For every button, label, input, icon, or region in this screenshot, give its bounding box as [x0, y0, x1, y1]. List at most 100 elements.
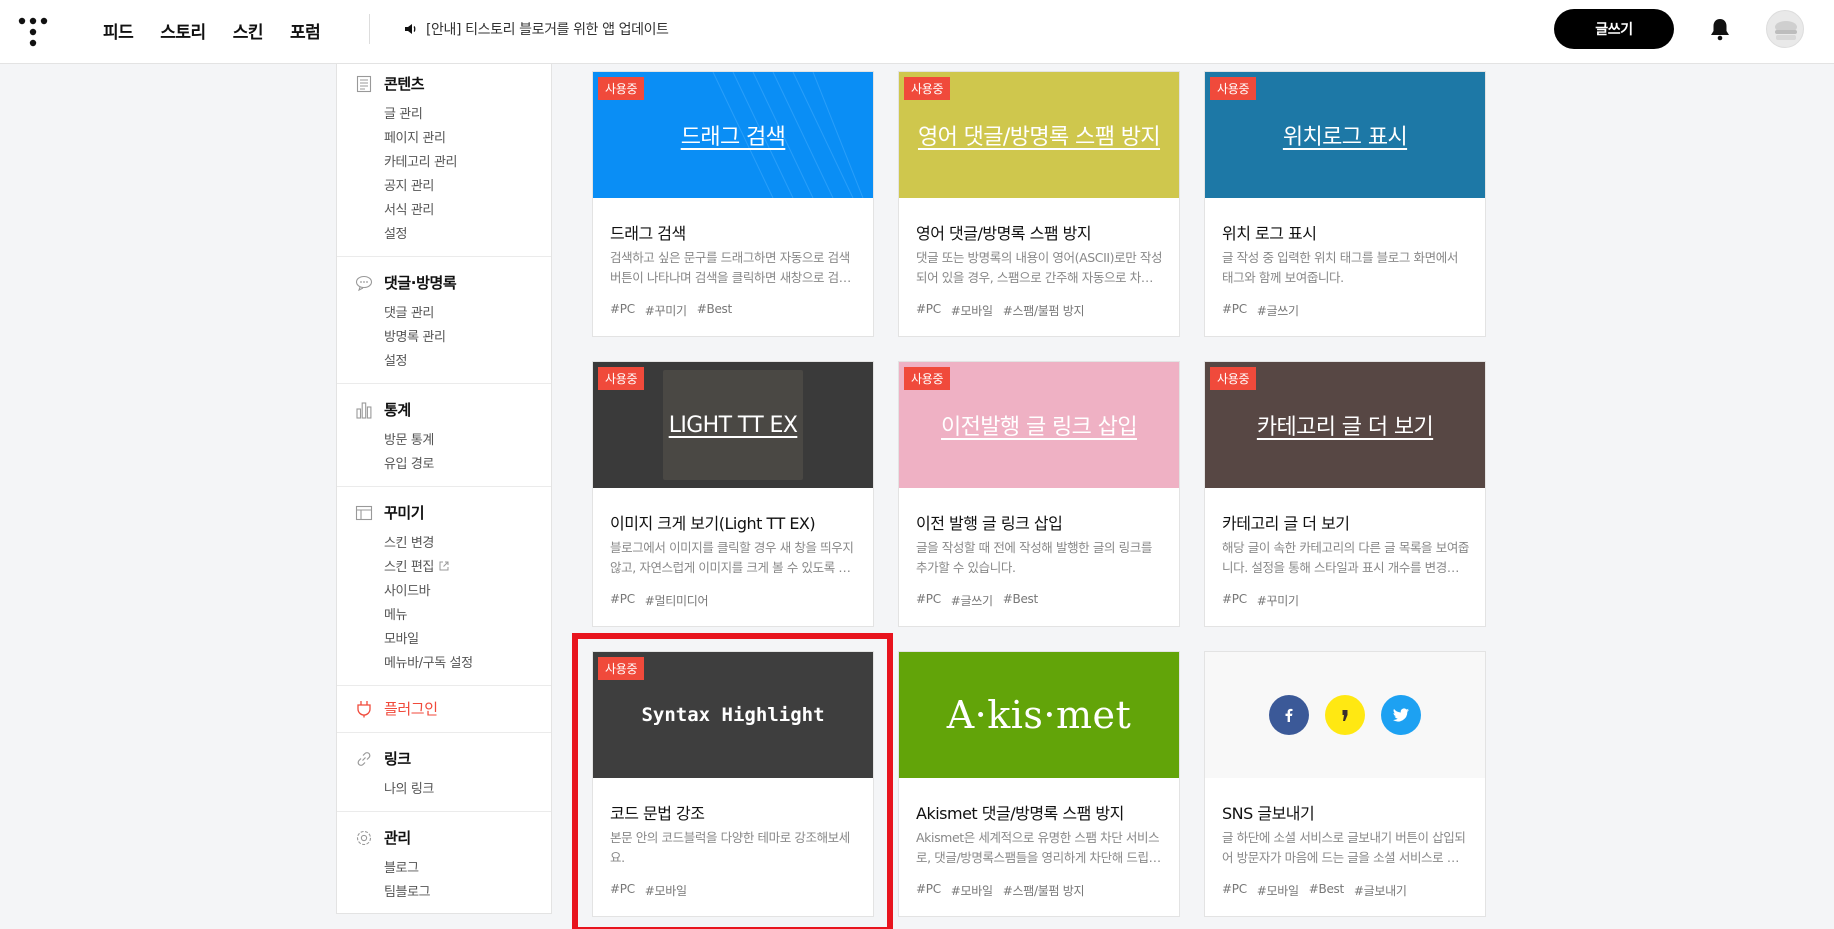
nav-forum[interactable]: 포럼 [290, 18, 321, 43]
plugin-thumb-title: 카테고리 글 더 보기 [1256, 415, 1434, 440]
plugin-tags: #PC #모바일 [610, 882, 687, 899]
plugin-thumb-title: LIGHT TT EX [668, 412, 798, 438]
plugin-name: 이미지 크게 보기(Light TT EX) [610, 514, 816, 533]
in-use-badge: 사용중 [904, 367, 951, 390]
sidebar-divider [337, 685, 551, 686]
tistory-logo-icon[interactable] [18, 17, 48, 47]
external-link-icon [439, 561, 449, 571]
plugin-tags: #PC #모바일 #Best #글보내기 [1222, 882, 1407, 899]
nav-feed[interactable]: 피드 [103, 18, 134, 43]
tag: #Best [696, 302, 732, 316]
plugin-thumb-title: A·kis·met [946, 693, 1132, 737]
sidebar-item-menu[interactable]: 메뉴 [384, 604, 473, 628]
plugin-name: 카테고리 글 더 보기 [1222, 514, 1350, 533]
sidebar-item-referrer[interactable]: 유입 경로 [384, 453, 434, 477]
plugin-card-prev-post-link[interactable]: 사용중 이전발행 글 링크 삽입 이전 발행 글 링크 삽입 글을 작성할 때 … [898, 361, 1180, 627]
plugin-card-akismet[interactable]: A·kis·met Akismet 댓글/방명록 스팸 방지 Akismet은 … [898, 651, 1180, 917]
tag: #PC [610, 302, 635, 316]
sidebar-item-skin-edit[interactable]: 스킨 편집 [384, 556, 473, 580]
sidebar-title-link[interactable]: 링크 [384, 750, 411, 768]
sidebar-item-category-manage[interactable]: 카테고리 관리 [384, 151, 457, 175]
sidebar-title-content[interactable]: 콘텐츠 [384, 75, 425, 93]
plugin-name: SNS 글보내기 [1222, 804, 1315, 823]
plugin-card-syntax-highlight[interactable]: 사용중 Syntax Highlight 코드 문법 강조 본문 안의 코드블럭… [592, 651, 874, 917]
layout-icon [355, 505, 373, 521]
sidebar-item-sidebar[interactable]: 사이드바 [384, 580, 473, 604]
speaker-icon [405, 24, 416, 34]
sidebar-item-page-manage[interactable]: 페이지 관리 [384, 127, 457, 151]
plugin-card-category-more[interactable]: 사용중 카테고리 글 더 보기 카테고리 글 더 보기 해당 글이 속한 카테고… [1204, 361, 1486, 627]
sidebar-title-comments[interactable]: 댓글·방명록 [384, 274, 457, 292]
plugin-card-location-log[interactable]: 사용중 위치로그 표시 위치 로그 표시 글 작성 중 입력한 위치 태그를 블… [1204, 71, 1486, 337]
sidebar-item-skin-edit-label: 스킨 편집 [384, 560, 434, 575]
sidebar-item-team-blog[interactable]: 팀블로그 [384, 881, 431, 905]
sidebar-item-content-settings[interactable]: 설정 [384, 223, 457, 247]
plug-icon [357, 701, 371, 718]
sidebar-item-skin-change[interactable]: 스킨 변경 [384, 532, 473, 556]
plugin-thumbnail: A·kis·met [899, 652, 1179, 778]
gear-icon [356, 830, 372, 846]
header-divider [369, 14, 370, 44]
sidebar-title-decorate[interactable]: 꾸미기 [384, 504, 425, 522]
plugin-desc: 본문 안의 코드블럭을 다양한 테마로 강조해보세요. [610, 830, 850, 865]
sns-icons [1269, 695, 1421, 735]
sidebar-item-menubar-settings[interactable]: 메뉴바/구독 설정 [384, 652, 473, 676]
nav-story[interactable]: 스토리 [160, 18, 206, 43]
plugin-thumbnail: 사용중 영어 댓글/방명록 스팸 방지 [899, 72, 1179, 198]
sidebar-item-comment-settings[interactable]: 설정 [384, 350, 446, 374]
sidebar-divider [337, 811, 551, 812]
link-icon [357, 752, 371, 766]
plugin-thumb-title: 위치로그 표시 [1282, 125, 1408, 150]
plugin-thumb-title: 이전발행 글 링크 삽입 [941, 415, 1138, 440]
sidebar-item-visit-stats[interactable]: 방문 통계 [384, 429, 434, 453]
tag: #PC [916, 302, 941, 316]
plugin-desc: 블로그에서 이미지를 클릭할 경우 새 창을 띄우지 않고, 자연스럽게 이미지… [610, 540, 854, 575]
sidebar-item-notice-manage[interactable]: 공지 관리 [384, 175, 457, 199]
plugin-tags: #PC #글쓰기 #Best [916, 592, 1038, 609]
nav-skin[interactable]: 스킨 [233, 18, 264, 43]
top-header: 피드 스토리 스킨 포럼 [안내] 티스토리 블로거를 위한 앱 업데이트 글쓰… [0, 0, 1834, 64]
plugin-desc: 글을 작성할 때 전에 작성해 발행한 글의 링크를 추가할 수 있습니다. [916, 540, 1152, 575]
tag: #PC [610, 592, 635, 606]
tag: #PC [1222, 882, 1247, 896]
sidebar-item-blog[interactable]: 블로그 [384, 857, 430, 881]
plugin-tags: #PC #모바일 #스팸/불펌 방지 [916, 302, 1085, 319]
twitter-icon [1381, 695, 1421, 735]
tag: #PC [610, 882, 635, 896]
plugin-thumbnail: 사용중 이전발행 글 링크 삽입 [899, 362, 1179, 488]
plugin-name: 코드 문법 강조 [610, 804, 705, 823]
plugin-thumb-title: Syntax Highlight [641, 704, 825, 726]
sidebar-item-comment-manage[interactable]: 댓글 관리 [384, 302, 446, 326]
bell-icon[interactable] [1709, 17, 1731, 41]
plugin-tags: #PC #꾸미기 #Best [610, 302, 732, 319]
plugin-thumbnail: 사용중 Syntax Highlight [593, 652, 873, 778]
sidebar-item-guestbook-manage[interactable]: 방명록 관리 [384, 326, 446, 350]
plugin-thumb-title: 드래그 검색 [680, 125, 786, 150]
plugin-thumb-title: 영어 댓글/방명록 스팸 방지 [917, 125, 1161, 150]
avatar[interactable] [1766, 10, 1804, 48]
sidebar-title-plugin[interactable]: 플러그인 [384, 700, 438, 718]
sidebar-title-admin[interactable]: 관리 [384, 829, 411, 847]
plugin-card-english-spam[interactable]: 사용중 영어 댓글/방명록 스팸 방지 영어 댓글/방명록 스팸 방지 댓글 또… [898, 71, 1180, 337]
tag: #스팸/불펌 방지 [1002, 304, 1085, 318]
plugin-name: 영어 댓글/방명록 스팸 방지 [916, 224, 1092, 243]
in-use-badge: 사용중 [598, 657, 645, 680]
in-use-badge: 사용중 [598, 367, 645, 390]
sidebar-title-stats[interactable]: 통계 [384, 401, 411, 419]
plugin-desc: 댓글 또는 방명록의 내용이 영어(ASCII)로만 작성되어 있을 경우, 스… [916, 250, 1164, 285]
main-nav: 피드 스토리 스킨 포럼 [103, 18, 321, 43]
plugin-card-drag-search[interactable]: 사용중 드래그 검색 드래그 검색 검색하고 싶은 문구를 드래그하면 자동으로… [592, 71, 874, 337]
sidebar-item-post-manage[interactable]: 글 관리 [384, 103, 457, 127]
in-use-badge: 사용중 [904, 77, 951, 100]
sidebar-item-mobile[interactable]: 모바일 [384, 628, 473, 652]
write-button[interactable]: 글쓰기 [1554, 9, 1674, 49]
tag: #스팸/불펌 방지 [1002, 884, 1085, 898]
notice-link[interactable]: [안내] 티스토리 블로거를 위한 앱 업데이트 [404, 19, 669, 39]
plugin-tags: #PC #글쓰기 [1222, 302, 1299, 319]
plugin-tags: #PC #꾸미기 [1222, 592, 1299, 609]
sidebar-item-template-manage[interactable]: 서식 관리 [384, 199, 457, 223]
plugin-card-sns-share[interactable]: SNS 글보내기 글 하단에 소셜 서비스로 글보내기 버튼이 삽입되어 방문자… [1204, 651, 1486, 917]
sidebar-item-my-link[interactable]: 나의 링크 [384, 778, 434, 802]
tag: #모바일 [1256, 884, 1299, 898]
plugin-card-light-tt-ex[interactable]: 사용중 LIGHT TT EX 이미지 크게 보기(Light TT EX) 블… [592, 361, 874, 627]
